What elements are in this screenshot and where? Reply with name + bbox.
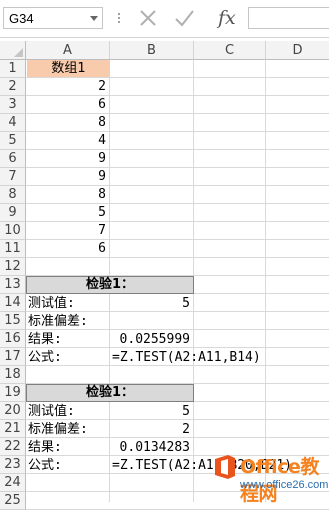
chevron-down-icon[interactable] [90, 16, 98, 21]
watermark-url: www.office26.com [240, 479, 329, 491]
test2-value-test[interactable]: 5 [110, 403, 190, 420]
test1-label-sd[interactable]: 标准偏差: [28, 313, 88, 330]
test2-label-formula[interactable]: 公式: [28, 457, 62, 474]
row-header[interactable]: 19 [0, 384, 26, 402]
row-header[interactable]: 4 [0, 114, 26, 132]
test2-label-result[interactable]: 结果: [28, 439, 62, 456]
data-cell[interactable]: 7 [26, 222, 106, 239]
row-header[interactable]: 16 [0, 330, 26, 348]
row-header[interactable]: 17 [0, 348, 26, 366]
column-header-d[interactable]: D [266, 41, 329, 60]
row-header[interactable]: 3 [0, 96, 26, 114]
column-header-c[interactable]: C [194, 41, 266, 60]
fx-icon[interactable]: fx [218, 7, 236, 29]
site-watermark: Office教程网 www.office26.com [212, 452, 329, 505]
data-cell[interactable]: 4 [26, 132, 106, 149]
row-header[interactable]: 12 [0, 258, 26, 276]
data-cell[interactable]: 6 [26, 96, 106, 113]
row-header[interactable]: 20 [0, 402, 26, 420]
office-logo-icon [215, 455, 235, 479]
row-header[interactable]: 21 [0, 420, 26, 438]
test2-label-test[interactable]: 测试值: [28, 403, 75, 420]
test1-value-formula[interactable]: =Z.TEST(A2:A11,B14) [112, 349, 261, 366]
test2-label-sd[interactable]: 标准偏差: [28, 421, 88, 438]
check-icon[interactable] [172, 6, 196, 34]
name-box[interactable]: G34 [3, 7, 103, 29]
row-header[interactable]: 8 [0, 186, 26, 204]
gridline-column [265, 60, 266, 502]
test1-label-test[interactable]: 测试值: [28, 295, 75, 312]
data-cell[interactable]: 8 [26, 186, 106, 203]
row-header[interactable]: 10 [0, 222, 26, 240]
name-box-value: G34 [9, 11, 34, 26]
row-header[interactable]: 22 [0, 438, 26, 456]
row-header[interactable]: 25 [0, 492, 26, 510]
test2-value-result[interactable]: 0.0134283 [110, 439, 190, 456]
worksheet-grid[interactable]: 数组1 2684998576 检验1： 测试值: 5 标准偏差: 结果: 0.0… [26, 60, 329, 510]
row-header[interactable]: 14 [0, 294, 26, 312]
row-header[interactable]: 23 [0, 456, 26, 474]
row-header[interactable]: 15 [0, 312, 26, 330]
column-header-a[interactable]: A [26, 41, 110, 60]
row-header[interactable]: 5 [0, 132, 26, 150]
test1-label-result[interactable]: 结果: [28, 331, 62, 348]
column-header-b[interactable]: B [110, 41, 194, 60]
data-cell[interactable]: 5 [26, 204, 106, 221]
x-icon[interactable] [136, 6, 160, 34]
test1-label-formula[interactable]: 公式: [28, 349, 62, 366]
test2-value-sd[interactable]: 2 [110, 421, 190, 438]
data-cell[interactable]: 9 [26, 150, 106, 167]
test1-value-test[interactable]: 5 [110, 295, 190, 312]
row-header[interactable]: 1 [0, 60, 26, 78]
data-cell[interactable]: 6 [26, 240, 106, 257]
row-header[interactable]: 24 [0, 474, 26, 492]
test1-header[interactable]: 检验1： [26, 276, 194, 294]
data-cell[interactable]: 8 [26, 114, 106, 131]
data-cell[interactable]: 2 [26, 78, 106, 95]
row-header[interactable]: 7 [0, 168, 26, 186]
data-cell[interactable]: 9 [26, 168, 106, 185]
row-header[interactable]: 18 [0, 366, 26, 384]
select-all-corner[interactable] [0, 41, 26, 60]
test2-header[interactable]: 检验1： [26, 384, 194, 402]
row-header[interactable]: 6 [0, 150, 26, 168]
row-header[interactable]: 9 [0, 204, 26, 222]
test1-value-result[interactable]: 0.0255999 [110, 331, 190, 348]
formula-bar: G34 fx [0, 0, 329, 38]
row-header[interactable]: 13 [0, 276, 26, 294]
cell-a1[interactable]: 数组1 [27, 60, 110, 77]
drag-handle[interactable] [118, 12, 120, 24]
gridline-row [26, 257, 329, 258]
formula-input[interactable] [248, 7, 329, 29]
row-header[interactable]: 11 [0, 240, 26, 258]
test1-value-sd[interactable] [110, 313, 190, 330]
row-header[interactable]: 2 [0, 78, 26, 96]
